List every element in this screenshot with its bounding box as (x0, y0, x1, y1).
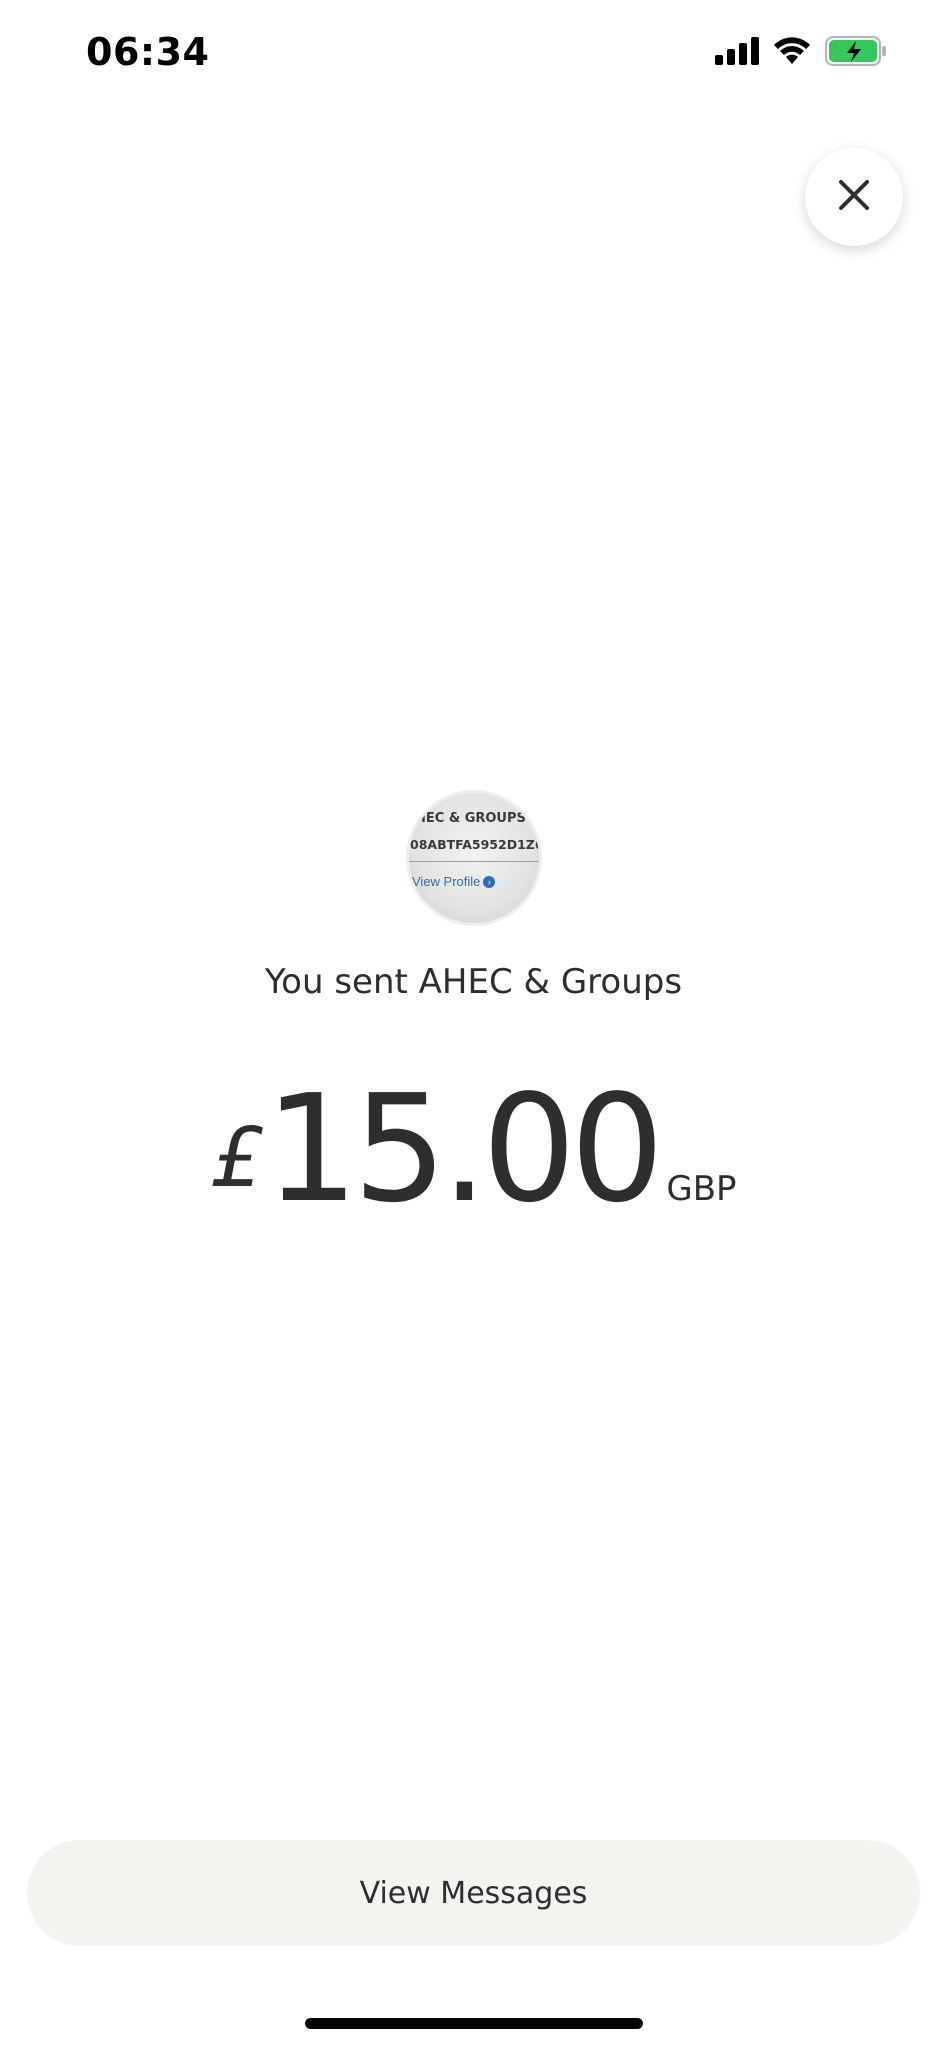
view-messages-button[interactable]: View Messages (27, 1840, 920, 1946)
payment-sent-screen: 06:34 HEC & GROUPS 08ABTFA5952D1Z6 View … (0, 0, 947, 2048)
home-indicator[interactable] (305, 2018, 643, 2029)
wifi-icon (773, 37, 811, 70)
currency-code: GBP (666, 1169, 737, 1209)
status-icons (715, 36, 887, 71)
avatar-divider (409, 861, 539, 862)
avatar-business-name: HEC & GROUPS (415, 811, 526, 826)
currency-symbol: £ (210, 1111, 263, 1206)
cellular-signal-icon (715, 37, 759, 70)
battery-charging-icon (825, 36, 887, 71)
sent-amount: £ 15.00 GBP (0, 1075, 947, 1223)
avatar-view-profile-label: View Profile (412, 874, 481, 889)
close-icon (837, 178, 871, 217)
avatar-business-id: 08ABTFA5952D1Z6 (410, 837, 542, 852)
sent-confirmation-text: You sent AHEC & Groups (264, 962, 683, 1002)
status-time: 06:34 (86, 30, 210, 74)
recipient-avatar: HEC & GROUPS 08ABTFA5952D1Z6 View Profil… (406, 790, 542, 926)
avatar-view-profile: View Profile › (412, 874, 496, 889)
close-button[interactable] (805, 148, 903, 246)
amount-value: 15.00 (264, 1063, 665, 1235)
chevron-right-icon: › (483, 875, 496, 888)
